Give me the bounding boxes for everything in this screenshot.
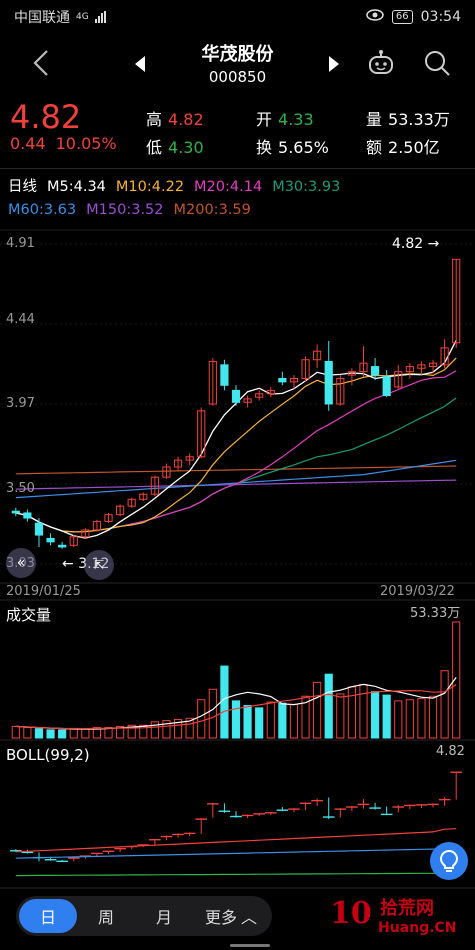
volume-bar: [255, 707, 264, 739]
period-tab-bar: 日 周 月 更多 ︿: [16, 896, 272, 936]
ma30-line: [15, 397, 457, 533]
end-date: 2019/03/22: [380, 584, 455, 599]
candle-body: [382, 376, 391, 396]
candle-body: [278, 377, 287, 383]
volume-max-annotation: 53.33万: [410, 606, 461, 621]
y-tick-2: 3.97: [6, 396, 35, 411]
candle-body: [231, 389, 241, 403]
volume-bar: [324, 673, 333, 739]
volume-bar: [23, 727, 32, 739]
tab-week[interactable]: 周: [77, 899, 135, 933]
volume-bar: [336, 693, 345, 739]
volume-bar: [58, 729, 67, 739]
volume-bar: [34, 728, 44, 739]
crosshair-toggle-button[interactable]: ⇱: [84, 550, 114, 580]
cursor-icon: ⇱: [93, 558, 105, 572]
ma60-line: [15, 459, 457, 499]
logo-url: Huang.CN: [378, 920, 457, 936]
tab-day[interactable]: 日: [19, 899, 77, 933]
candle-body: [58, 544, 67, 548]
y-tick-1: 4.44: [6, 312, 35, 327]
volume-bar: [11, 725, 20, 739]
logo-cn-text: 拾荒网: [380, 898, 434, 919]
watermark-logo: 10 拾荒网 Huang.CN: [330, 892, 470, 948]
volume-bar: [81, 728, 90, 739]
volume-bar: [313, 681, 322, 739]
volume-bar: [46, 729, 55, 739]
boll-panel-label: BOLL(99,2): [6, 746, 90, 764]
candle-body: [324, 360, 333, 405]
volume-bar: [278, 702, 287, 739]
candle-body: [11, 510, 20, 514]
ma5-line: [15, 340, 457, 539]
price-panel-grid: [0, 229, 475, 601]
volume-bar: [243, 705, 252, 739]
start-date: 2019/01/25: [6, 584, 81, 599]
lightbulb-icon: [439, 849, 459, 872]
volume-bar: [347, 686, 356, 739]
tab-more[interactable]: 更多 ︿: [193, 899, 269, 933]
volume-bar: [231, 700, 241, 739]
volume-bar: [150, 721, 159, 739]
candle-body: [34, 522, 44, 536]
y-tick-3: 3.50: [6, 481, 35, 496]
boll-max-annotation: 4.82: [436, 744, 465, 759]
ma150-line: [15, 479, 457, 490]
candle-body: [46, 537, 55, 543]
volume-bar: [69, 728, 78, 739]
chevron-up-icon: ︿: [241, 908, 258, 927]
volume-bar: [208, 688, 217, 739]
tab-month[interactable]: 月: [135, 899, 193, 933]
max-price-annotation: 4.82 →: [392, 236, 440, 252]
volume-bar: [440, 670, 449, 739]
ma200-line: [15, 465, 457, 475]
volume-bar: [289, 703, 299, 739]
volume-bar: [220, 665, 229, 739]
volume-bar: [197, 699, 206, 739]
volume-bar: [266, 701, 275, 739]
volume-bar: [417, 698, 426, 739]
candle-body: [23, 512, 32, 519]
volume-bar: [370, 691, 380, 739]
scroll-back-button[interactable]: «: [6, 548, 36, 578]
candle-body: [220, 364, 229, 386]
y-tick-0: 4.91: [6, 236, 35, 251]
candle-body: [370, 366, 380, 376]
volume-bar: [405, 699, 414, 739]
volume-bar: [382, 694, 391, 739]
double-chevron-left-icon: «: [16, 555, 26, 571]
boll-lower-line: [15, 872, 457, 877]
home-indicator: [230, 944, 270, 947]
volume-bar: [394, 700, 403, 739]
boll-upper-line: [15, 828, 457, 853]
volume-bar: [428, 695, 438, 739]
idea-button[interactable]: [430, 842, 468, 880]
boll-middle-line: [15, 847, 457, 859]
volume-panel-label: 成交量: [6, 606, 52, 624]
logo-number: 10: [330, 896, 372, 931]
